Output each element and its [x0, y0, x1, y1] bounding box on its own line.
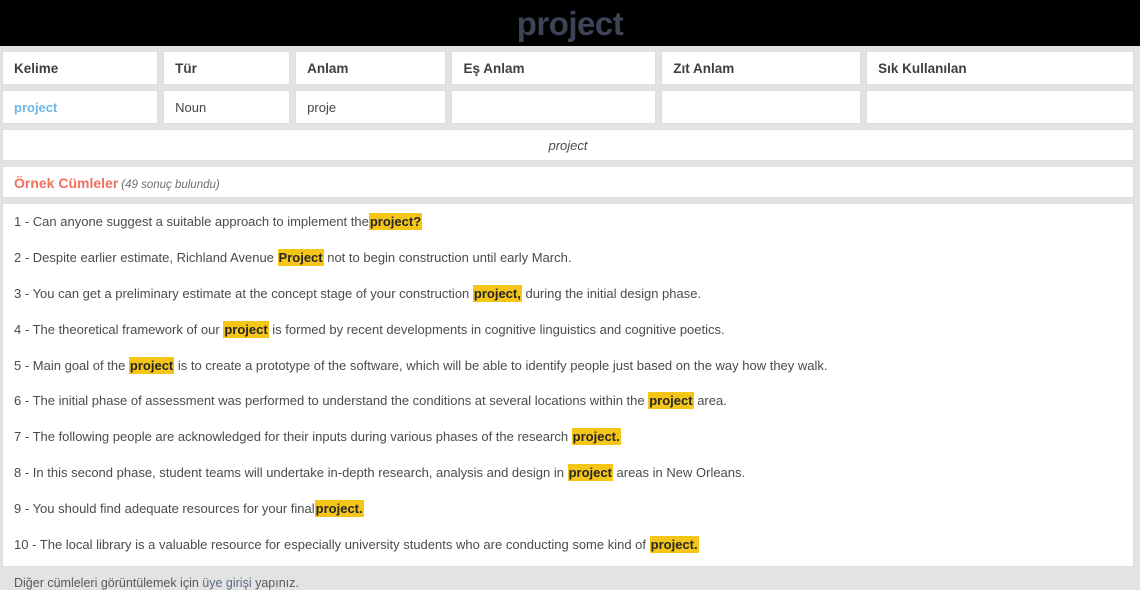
sentence-text-after: is formed by recent developments in cogn…: [268, 321, 725, 337]
sentence-text-before: In this second phase, student teams will…: [32, 465, 568, 481]
highlighted-term: project: [223, 320, 269, 338]
column-header-sik-kullanilan: Sık Kullanılan: [866, 51, 1134, 85]
highlighted-term: project.: [649, 536, 699, 554]
example-sentence: 7 - The following people are acknowledge…: [14, 428, 1122, 446]
sentence-number: 7 -: [14, 429, 33, 445]
sentence-text-after: not to begin construction until early Ma…: [323, 249, 572, 265]
example-sentence: 3 - You can get a preliminary estimate a…: [14, 284, 1122, 303]
example-sentence: 9 - You should find adequate resources f…: [14, 500, 1122, 518]
page-body: Kelime Tür Anlam Eş Anlam Zıt Anlam Sık …: [0, 51, 1140, 590]
word-table: Kelime Tür Anlam Eş Anlam Zıt Anlam Sık …: [2, 51, 1134, 124]
sentence-text-before: Despite earlier estimate, Richland Avenu…: [32, 249, 278, 265]
site-banner: project: [0, 0, 1140, 46]
sentence-number: 4 -: [14, 321, 33, 337]
sentence-number: 1 -: [14, 214, 33, 229]
cell-zit-anlam: [661, 90, 862, 124]
highlighted-term: project?: [368, 213, 423, 230]
highlighted-term: project: [648, 392, 694, 410]
highlighted-term: project.: [314, 500, 364, 518]
example-sentence: 6 - The initial phase of assessment was …: [14, 392, 1122, 410]
sentence-text-after: areas in New Orleans.: [612, 465, 746, 481]
examples-header: Örnek Cümleler (49 sonuç bulundu): [2, 166, 1134, 198]
sentence-text-before: You should find adequate resources for y…: [32, 501, 315, 517]
footnote-text-after: yapınız.: [251, 575, 299, 590]
sentence-number: 8 -: [14, 465, 33, 481]
sentence-text-before: You can get a preliminary estimate at th…: [32, 285, 473, 301]
highlighted-term: project.: [571, 428, 621, 446]
sentence-list: 1 - Can anyone suggest a suitable approa…: [14, 213, 1122, 554]
examples-result-count: (49 sonuç bulundu): [121, 179, 220, 191]
page-title: project: [516, 4, 624, 42]
examples-panel: 1 - Can anyone suggest a suitable approa…: [2, 203, 1134, 590]
example-sentence: 10 - The local library is a valuable res…: [14, 536, 1122, 554]
table-header-row: Kelime Tür Anlam Eş Anlam Zıt Anlam Sık …: [2, 51, 1134, 85]
cell-tur: Noun: [163, 90, 291, 124]
sentence-number: 5 -: [14, 357, 33, 373]
sentence-text-before: The following people are acknowledged fo…: [32, 429, 572, 445]
cell-kelime: project: [2, 90, 159, 124]
column-header-zit-anlam: Zıt Anlam: [661, 51, 862, 85]
sentence-number: 9 -: [14, 501, 33, 517]
example-sentence: 5 - Main goal of the project is to creat…: [14, 356, 1122, 375]
sentence-text-before: Main goal of the: [32, 357, 129, 373]
center-word-bar: project: [2, 129, 1134, 161]
column-header-tur: Tür: [163, 51, 291, 85]
footnote-text-before: Diğer cümleleri görüntülemek için: [14, 575, 203, 590]
cell-es-anlam: [451, 90, 657, 124]
example-sentence: 8 - In this second phase, student teams …: [14, 464, 1122, 482]
login-footnote: Diğer cümleleri görüntülemek için üye gi…: [14, 573, 1122, 590]
sentence-text-before: The theoretical framework of our: [32, 321, 224, 337]
sentence-text-before: Can anyone suggest a suitable approach t…: [32, 214, 369, 229]
sentence-text-before: The local library is a valuable resource…: [39, 537, 650, 553]
sentence-number: 2 -: [14, 249, 33, 265]
examples-header-title: Örnek Cümleler: [14, 175, 119, 191]
example-sentence: 4 - The theoretical framework of our pro…: [14, 320, 1122, 339]
sentence-number: 10 -: [14, 537, 40, 553]
sentence-number: 3 -: [14, 285, 33, 301]
highlighted-term: Project: [277, 248, 324, 266]
example-sentence: 1 - Can anyone suggest a suitable approa…: [14, 213, 1122, 231]
table-row: project Noun proje: [2, 90, 1134, 124]
word-link-project[interactable]: project: [14, 100, 57, 115]
sentence-text-before: The initial phase of assessment was perf…: [32, 393, 649, 409]
highlighted-term: project,: [472, 284, 522, 302]
highlighted-term: project: [128, 356, 175, 374]
example-sentence: 2 - Despite earlier estimate, Richland A…: [14, 248, 1122, 267]
sentence-number: 6 -: [14, 393, 33, 409]
cell-sik-kullanilan: [866, 90, 1134, 124]
member-login-link[interactable]: üye girişi: [202, 576, 251, 590]
sentence-text-after: area.: [693, 393, 727, 409]
column-header-es-anlam: Eş Anlam: [451, 51, 657, 85]
cell-anlam: proje: [295, 90, 447, 124]
sentence-text-after: is to create a prototype of the software…: [174, 357, 828, 373]
column-header-kelime: Kelime: [2, 51, 159, 85]
column-header-anlam: Anlam: [295, 51, 447, 85]
highlighted-term: project: [567, 464, 613, 482]
sentence-text-after: during the initial design phase.: [521, 285, 702, 301]
